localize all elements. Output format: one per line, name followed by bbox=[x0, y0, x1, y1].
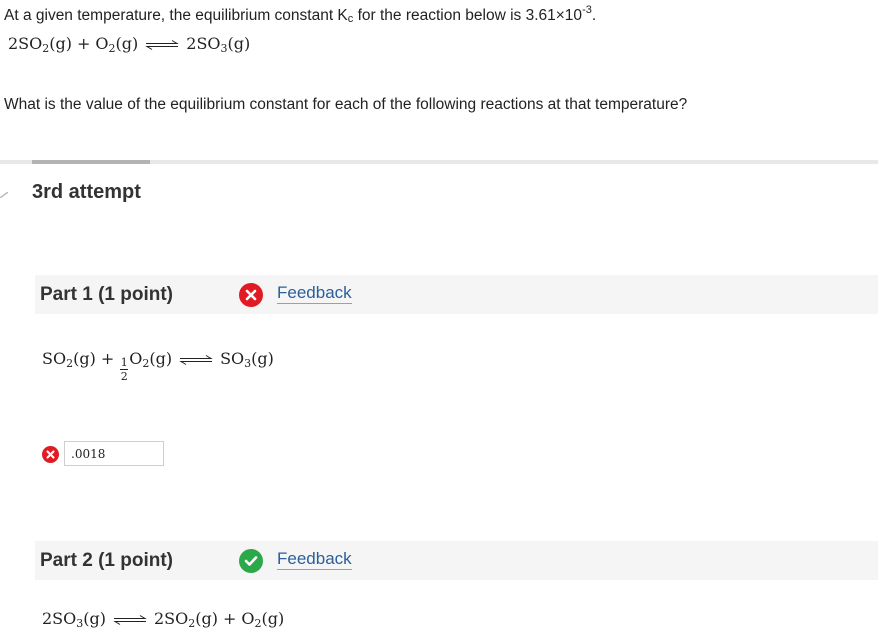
reactant-1: SO bbox=[42, 349, 67, 368]
product-1-subscript: 2 bbox=[188, 617, 196, 630]
reactant-1: 2SO bbox=[42, 609, 77, 628]
reactant-1-subscript: 2 bbox=[42, 42, 50, 55]
equilibrium-arrow-icon bbox=[112, 610, 148, 629]
plus-sign: + bbox=[77, 34, 91, 53]
product-1-state: (g) bbox=[227, 34, 251, 53]
product-1: SO bbox=[220, 349, 245, 368]
reactant-2-state: (g) bbox=[115, 34, 139, 53]
question-intro: At a given temperature, the equilibrium … bbox=[4, 7, 348, 24]
product-2: O bbox=[241, 609, 255, 628]
reactant-1-state: (g) bbox=[73, 349, 96, 368]
part-1-feedback-link[interactable]: Feedback bbox=[277, 283, 352, 304]
reactant-1-state: (g) bbox=[83, 609, 106, 628]
question-prompt: What is the value of the equilibrium con… bbox=[4, 96, 688, 113]
product-1: 2SO bbox=[186, 34, 221, 53]
reactant-1-subscript: 2 bbox=[66, 357, 74, 370]
equilibrium-arrow-icon bbox=[144, 35, 180, 54]
product-1-subscript: 3 bbox=[220, 42, 228, 55]
one-half-fraction: 12 bbox=[120, 356, 129, 383]
fraction-numerator: 1 bbox=[120, 356, 128, 369]
product-2-state: (g) bbox=[261, 609, 285, 628]
part-2-title: Part 2 (1 point) bbox=[40, 550, 174, 571]
plus-sign: + bbox=[100, 349, 115, 368]
part-2-feedback-link[interactable]: Feedback bbox=[277, 549, 352, 570]
correct-check-icon bbox=[239, 549, 263, 573]
question-intro-end: . bbox=[591, 7, 597, 24]
equilibrium-arrow-icon bbox=[178, 350, 214, 369]
reactant-2: O bbox=[129, 349, 143, 368]
reactant-2-subscript: 2 bbox=[108, 42, 116, 55]
incorrect-icon bbox=[239, 283, 263, 307]
product-2-subscript: 2 bbox=[254, 617, 262, 630]
main-reaction-equation: 2SO 2 (g) + O 2 (g) 2SO 3 (g) bbox=[8, 34, 251, 55]
reactant-1: 2SO bbox=[8, 34, 43, 53]
question-intro-mid: for the reaction below is 3.61×10 bbox=[353, 7, 583, 24]
part-1-reaction-equation: SO 2 (g) + 12 O 2 (g) SO 3 (g) bbox=[42, 349, 274, 383]
part-1-title: Part 1 (1 point) bbox=[40, 284, 174, 305]
fraction-denominator: 2 bbox=[120, 370, 128, 383]
plus-sign: + bbox=[223, 609, 237, 628]
product-1-state: (g) bbox=[251, 349, 274, 368]
reactant-2-subscript: 2 bbox=[142, 357, 150, 370]
collapse-toggle-icon[interactable] bbox=[0, 192, 8, 198]
reactant-1-subscript: 3 bbox=[76, 617, 84, 630]
kc-exponent: -3 bbox=[582, 4, 592, 16]
product-1-subscript: 3 bbox=[244, 357, 252, 370]
reactant-2-state: (g) bbox=[149, 349, 173, 368]
product-1-state: (g) bbox=[195, 609, 218, 628]
attempt-divider-accent bbox=[32, 160, 150, 164]
part-2-reaction-equation: 2SO 3 (g) 2SO 2 (g) + O 2 (g) bbox=[42, 609, 285, 630]
reactant-1-state: (g) bbox=[49, 34, 72, 53]
question-text: At a given temperature, the equilibrium … bbox=[4, 4, 596, 25]
answer-incorrect-icon bbox=[42, 446, 59, 463]
reactant-2: O bbox=[95, 34, 109, 53]
attempt-label: 3rd attempt bbox=[32, 181, 141, 203]
part-1-answer-input[interactable]: .0018 bbox=[64, 441, 164, 466]
product-1: 2SO bbox=[154, 609, 189, 628]
